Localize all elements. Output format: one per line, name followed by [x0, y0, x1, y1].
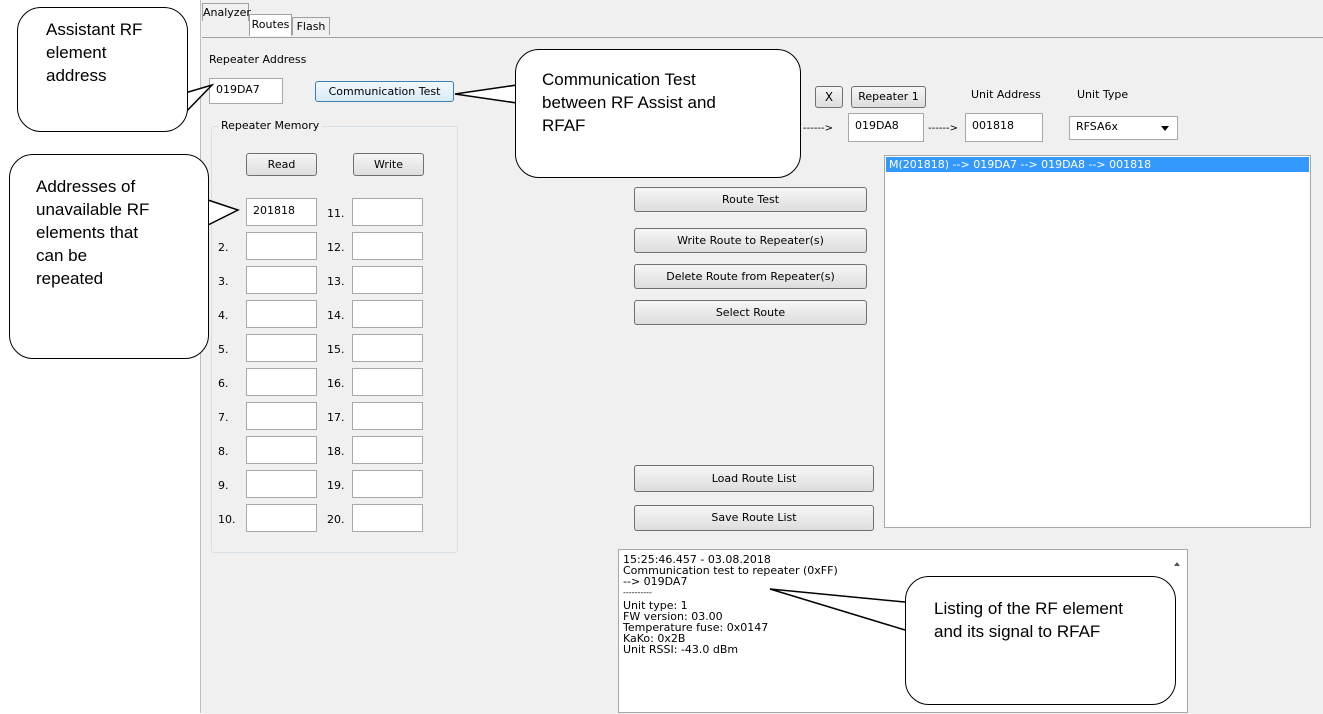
callout-assistant-address: Assistant RF element address [17, 7, 188, 132]
callout-listing: Listing of the RF element and its signal… [905, 576, 1176, 705]
callout-comm-line-3: RFAF [542, 116, 586, 135]
callout-assistant-line-2: element [46, 43, 107, 62]
callout-addresses-line-5: repeated [36, 269, 104, 288]
callout-assistant-line-3: address [46, 66, 107, 85]
callout-comm-line-1: Communication Test [542, 70, 696, 89]
callout-listing-line-2: and its signal to RFAF [934, 622, 1101, 641]
callout-addresses-line-1: Addresses of [36, 177, 136, 196]
callout-repeated-addresses: Addresses of unavailable RF elements tha… [9, 154, 209, 359]
callout-listing-line-1: Listing of the RF element [934, 599, 1123, 618]
callout-addresses-line-3: elements that [36, 223, 139, 242]
callout-comm-line-2: between RF Assist and [542, 93, 716, 112]
callout-addresses-line-4: can be [36, 246, 88, 265]
callout-communication-test: Communication Test between RF Assist and… [515, 49, 801, 178]
callout-assistant-line-1: Assistant RF [46, 20, 143, 39]
callout-addresses-line-2: unavailable RF [36, 200, 150, 219]
